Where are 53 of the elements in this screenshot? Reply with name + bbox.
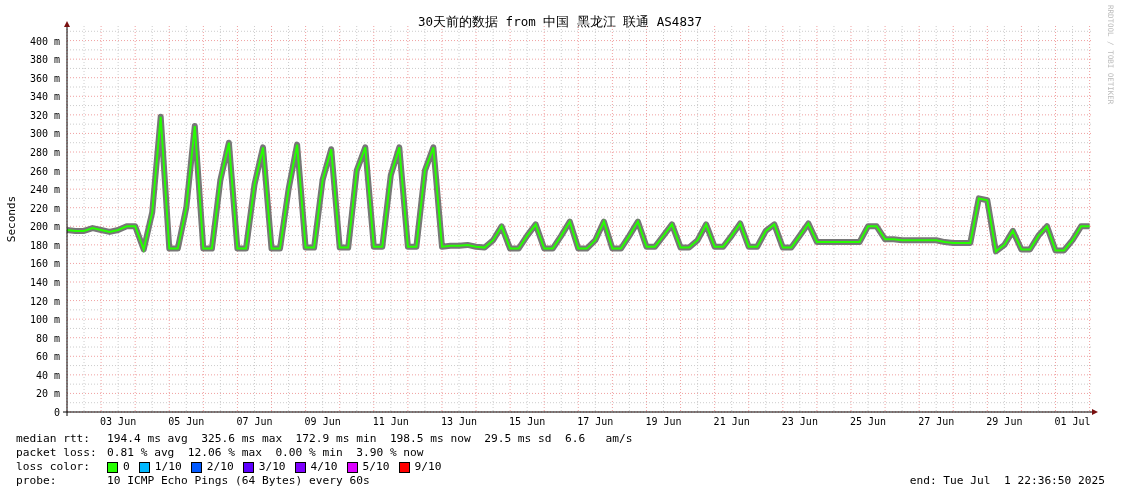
legend-label: loss color: — [16, 460, 92, 474]
axis-label: 140 m — [29, 277, 60, 288]
axis-label: 21 Jun — [713, 416, 750, 427]
axis-label: 25 Jun — [849, 416, 887, 427]
axis-label: 15 Jun — [509, 416, 546, 427]
loss-label: 0 — [123, 460, 130, 474]
loss-label: 2/10 — [206, 460, 234, 474]
loss-label: 4/10 — [310, 460, 338, 474]
loss-label: 3/10 — [258, 460, 286, 474]
axis-label: 01 Jul — [1054, 416, 1091, 427]
legend-label: packet loss: — [16, 446, 98, 460]
axis-label: 19 Jun — [645, 416, 682, 427]
axis-label: 80 m — [35, 332, 60, 344]
axis-label: 20 m — [35, 388, 60, 400]
axis-label: 09 Jun — [304, 416, 341, 427]
axis-label: 07 Jun — [236, 416, 273, 427]
axis-label: 400 m — [29, 35, 60, 47]
axis-label: 11 Jun — [372, 416, 409, 427]
axis-label: 17 Jun — [577, 416, 614, 427]
axis-label: 300 m — [29, 128, 60, 140]
loss-label: 5/10 — [362, 460, 390, 474]
axis-label: 60 m — [35, 351, 60, 363]
axis-label: 280 m — [29, 147, 60, 158]
axis-label: 320 m — [29, 109, 60, 121]
axis-label: 13 Jun — [440, 416, 478, 427]
axis-label: 40 m — [35, 369, 60, 381]
axis-label: 160 m — [29, 258, 60, 270]
axis-label: 03 Jun — [100, 416, 137, 427]
axis-label: 220 m — [29, 202, 60, 214]
loss-label: 9/10 — [414, 460, 442, 474]
axis-label: 360 m — [29, 72, 60, 84]
axis-label: 0 — [53, 407, 60, 418]
axis-label: 240 m — [29, 184, 60, 196]
legend-label: probe: — [16, 474, 58, 488]
axis-label: 23 Jun — [781, 416, 818, 427]
loss-label: 1/10 — [154, 460, 182, 474]
end-time: end: Tue Jul 1 22:36:50 2025 — [909, 474, 1105, 488]
axis-label: 120 m — [29, 295, 60, 307]
axis-label: 05 Jun — [168, 416, 205, 427]
legend-label: median rtt: — [16, 432, 92, 446]
axis-label: 380 m — [29, 54, 60, 66]
probe-text: 10 ICMP Echo Pings (64 Bytes) every 60s — [107, 474, 370, 488]
axis-label: 200 m — [29, 221, 60, 233]
stat-values: 0.81 % avg 12.06 % max 0.00 % min 3.90 % now — [107, 446, 424, 460]
axis-title: Seconds — [5, 195, 18, 243]
chart-title: 30天前的数据 from 中国 黑龙江 联通 AS4837 — [418, 14, 702, 29]
axis-label: 27 Jun — [918, 416, 955, 427]
axis-label: 260 m — [29, 165, 60, 177]
axis-label: 180 m — [29, 239, 60, 251]
stat-values: 194.4 ms avg 325.6 ms max 172.9 ms min 198.5 ms now 29.5 ms sd 6.6 am/s — [107, 432, 633, 446]
axis-label: 100 m — [29, 314, 60, 326]
axis-label: 29 Jun — [986, 416, 1023, 427]
axis-label: 340 m — [29, 91, 60, 103]
